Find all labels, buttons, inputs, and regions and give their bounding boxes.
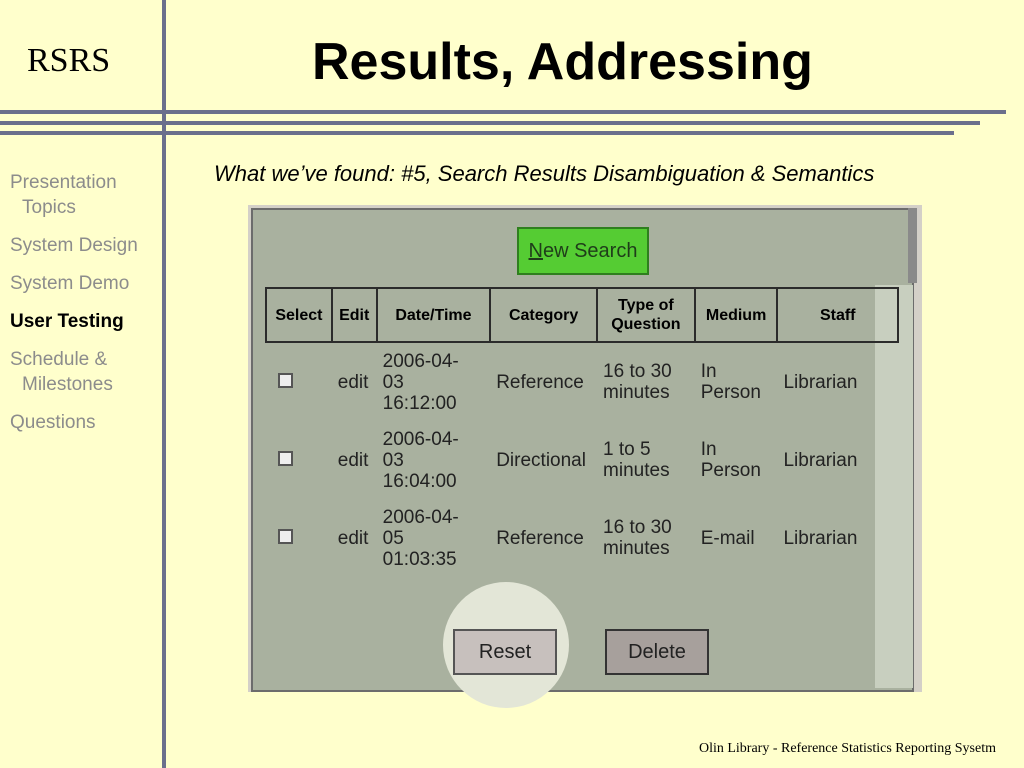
select-checkbox[interactable]	[278, 372, 293, 388]
staff-cell: Librarian	[783, 449, 858, 471]
results-panel: New Search Select Edit Date/Time Categor…	[251, 208, 914, 708]
column-header-select[interactable]: Select	[265, 287, 333, 343]
column-header-type-of-question[interactable]: Type of Question	[596, 287, 696, 343]
nav-item-label: Schedule &	[10, 349, 108, 370]
type-of-question-cell: 16 to 30 minutes	[603, 517, 672, 559]
new-search-label-rest: ew Search	[542, 239, 638, 262]
table-row: edit 2006-04- 05 01:03:35 Reference 16 to …	[266, 499, 898, 577]
staff-cell: Librarian	[783, 527, 858, 549]
nav-item-user-testing[interactable]: User Testing	[10, 309, 160, 334]
new-search-mnemonic: N	[528, 239, 543, 262]
nav-item-label: User Testing	[10, 311, 124, 332]
type-of-question-cell: 16 to 30 minutes	[603, 361, 672, 403]
nav-item-system-demo[interactable]: System Demo	[10, 271, 160, 296]
app-screenshot: New Search Select Edit Date/Time Categor…	[248, 205, 922, 708]
column-header-staff[interactable]: Staff	[776, 287, 899, 343]
new-search-button[interactable]: New Search	[517, 227, 649, 275]
select-checkbox[interactable]	[278, 450, 293, 466]
nav-item-label: System Demo	[10, 273, 130, 294]
medium-cell: E-mail	[700, 527, 755, 549]
type-of-question-cell: 1 to 5 minutes	[603, 439, 670, 481]
select-checkbox[interactable]	[278, 528, 293, 544]
date-time-cell: 2006-04- 03 16:12:00	[382, 350, 459, 414]
reset-button[interactable]: Reset	[453, 629, 557, 675]
nav-item-label-cont: Milestones	[22, 374, 113, 395]
edit-link[interactable]: edit	[332, 499, 377, 577]
header-rule-3	[0, 131, 954, 135]
delete-button[interactable]: Delete	[605, 629, 709, 675]
medium-cell: In Person	[700, 361, 761, 403]
column-header-date-time[interactable]: Date/Time	[375, 287, 492, 343]
header-rule-1	[0, 110, 1006, 114]
column-header-medium[interactable]: Medium	[693, 287, 779, 343]
results-table: Select Edit Date/Time Category Type of Q…	[265, 287, 899, 577]
column-header-category[interactable]: Category	[489, 287, 599, 343]
nav-item-label-cont: Topics	[22, 197, 76, 218]
nav-item-label: System Design	[10, 235, 138, 256]
header-rule-2	[0, 121, 980, 125]
sidebar-nav: Presentation Topics System Design System…	[10, 170, 160, 448]
rsrs-logo: RSRS	[27, 42, 111, 79]
slide-footer: Olin Library - Reference Statistics Repo…	[698, 741, 996, 756]
nav-item-questions[interactable]: Questions	[10, 410, 160, 435]
edit-link[interactable]: edit	[332, 421, 377, 499]
table-row: edit 2006-04- 03 16:12:00 Reference 16 to …	[266, 342, 898, 421]
nav-item-label: Presentation	[10, 172, 117, 193]
nav-item-presentation-topics[interactable]: Presentation Topics	[10, 170, 160, 220]
table-header-row: Select Edit Date/Time Category Type of Q…	[265, 287, 899, 343]
date-time-cell: 2006-04- 03 16:04:00	[382, 428, 459, 492]
table-row: edit 2006-04- 03 16:04:00 Directional 1 to…	[266, 421, 898, 499]
category-cell: Reference	[496, 527, 584, 549]
nav-item-system-design[interactable]: System Design	[10, 233, 160, 258]
sidebar-divider-line	[162, 0, 166, 768]
scrollbar-thumb[interactable]	[908, 208, 917, 283]
slide-subtitle: What we’ve found: #5, Search Results Dis…	[214, 161, 875, 186]
category-cell: Reference	[496, 371, 584, 393]
nav-item-schedule-milestones[interactable]: Schedule & Milestones	[10, 347, 160, 397]
category-cell: Directional	[496, 449, 586, 471]
staff-cell: Librarian	[783, 371, 858, 393]
medium-cell: In Person	[700, 439, 761, 481]
nav-item-label: Questions	[10, 412, 96, 433]
date-time-cell: 2006-04- 05 01:03:35	[382, 506, 459, 570]
edit-link[interactable]: edit	[332, 342, 377, 421]
column-header-edit[interactable]: Edit	[330, 287, 378, 343]
slide-title: Results, Addressing	[312, 33, 813, 91]
